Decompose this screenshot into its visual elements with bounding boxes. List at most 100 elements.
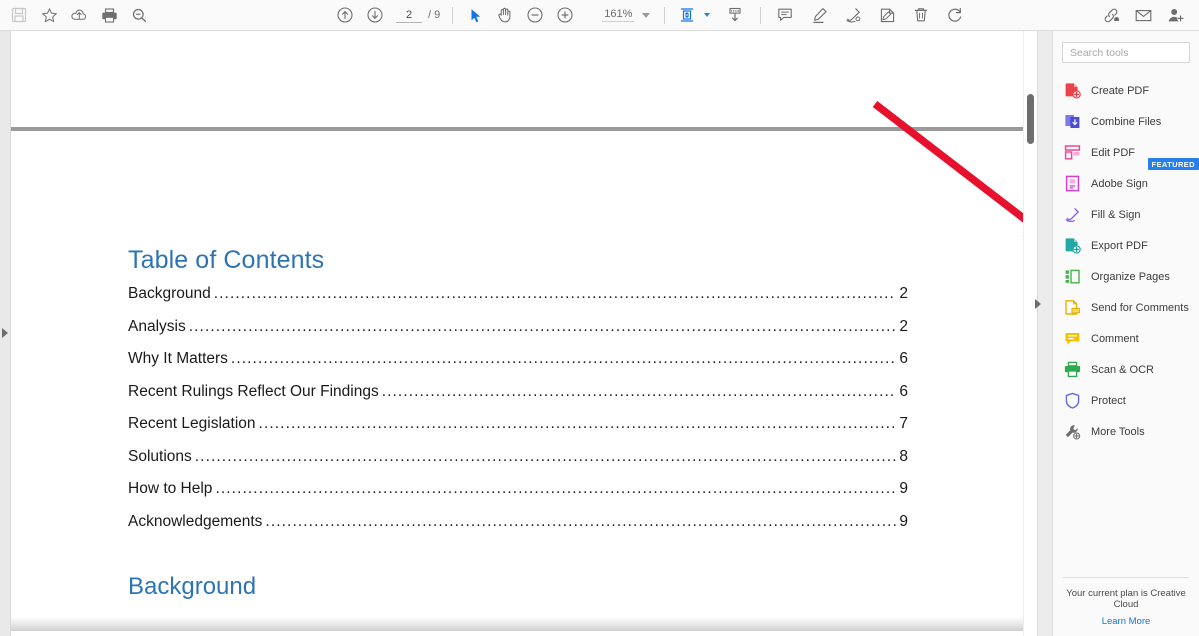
search-tools-input[interactable]	[1062, 42, 1190, 63]
toc-leader-dots	[382, 384, 897, 400]
toc-entry-page: 2	[899, 318, 908, 336]
next-page-icon[interactable]	[360, 1, 390, 29]
acrobat-window: / 9 161%	[0, 0, 1199, 636]
fit-page-icon[interactable]	[672, 1, 702, 29]
zoom-in-icon[interactable]	[550, 1, 580, 29]
toc-entry-label: How to Help	[128, 480, 212, 498]
tool-item-organize-pages[interactable]: Organize Pages	[1053, 261, 1199, 292]
scrollbar-thumb[interactable]	[1027, 94, 1034, 144]
toc-leader-dots	[259, 416, 897, 432]
zoom-level-group[interactable]: 161%	[602, 8, 650, 22]
toc-entry[interactable]: Why It Matters 6	[128, 350, 908, 368]
scroll-mode-icon[interactable]	[720, 1, 750, 29]
draw-signature-icon[interactable]	[836, 1, 870, 29]
fill-and-sign-icon	[1064, 206, 1081, 223]
toc-entry[interactable]: Recent Rulings Reflect Our Findings 6	[128, 383, 908, 401]
toc-entry[interactable]: Analysis 2	[128, 318, 908, 336]
tool-item-more-tools[interactable]: More Tools	[1053, 416, 1199, 447]
vertical-scrollbar[interactable]	[1023, 31, 1037, 636]
toc-leader-dots	[231, 351, 896, 367]
toc-entry[interactable]: Background 2	[128, 285, 908, 303]
save-file-icon[interactable]	[4, 1, 34, 29]
rotate-icon[interactable]	[938, 1, 972, 29]
fit-tools-group	[672, 1, 750, 29]
send-for-comments-icon	[1064, 299, 1081, 316]
organize-pages-icon	[1064, 268, 1081, 285]
fit-options-chevron-icon[interactable]	[704, 13, 710, 17]
tool-item-send-for-comments[interactable]: Send for Comments	[1053, 292, 1199, 323]
tool-label: More Tools	[1091, 426, 1145, 438]
chevron-down-icon[interactable]	[642, 13, 650, 18]
tool-item-protect[interactable]: Protect	[1053, 385, 1199, 416]
add-person-icon[interactable]	[1159, 1, 1191, 29]
tool-item-adobe-sign[interactable]: Adobe Sign FEATURED	[1053, 168, 1199, 199]
email-icon[interactable]	[1127, 1, 1159, 29]
collapse-right-panel-icon[interactable]	[1035, 299, 1041, 309]
tool-label: Export PDF	[1091, 240, 1148, 252]
toc-leader-dots	[215, 481, 896, 497]
section-heading-background: Background	[128, 573, 908, 601]
tool-label: Protect	[1091, 395, 1126, 407]
tool-label: Edit PDF	[1091, 147, 1135, 159]
stamp-icon[interactable]	[870, 1, 904, 29]
toc-entry[interactable]: How to Help 9	[128, 480, 908, 498]
page-bottom-edge	[11, 617, 1023, 631]
protect-shield-icon	[1064, 392, 1081, 409]
right-pane-divider[interactable]	[1037, 31, 1053, 636]
zoom-level-value[interactable]: 161%	[602, 8, 634, 22]
toc-entry-page: 6	[899, 350, 908, 368]
create-pdf-icon	[1064, 82, 1081, 99]
toc-entry-page: 7	[899, 415, 908, 433]
tool-item-export-pdf[interactable]: Export PDF	[1053, 230, 1199, 261]
toc-entry[interactable]: Recent Legislation 7	[128, 415, 908, 433]
hand-tool-icon[interactable]	[490, 1, 520, 29]
page-content: Table of Contents Background 2 Analysis …	[128, 246, 908, 601]
upload-cloud-icon[interactable]	[64, 1, 94, 29]
toc-entry-label: Acknowledgements	[128, 513, 262, 531]
toc-entry-page: 2	[899, 285, 908, 303]
trash-icon[interactable]	[904, 1, 938, 29]
expand-left-panel-icon[interactable]	[2, 328, 8, 338]
left-nav-strip	[0, 31, 11, 636]
panel-footer: Your current plan is Creative Cloud Lear…	[1053, 577, 1199, 629]
toc-leader-dots	[189, 319, 897, 335]
tool-label: Organize Pages	[1091, 271, 1170, 283]
tool-item-fill-and-sign[interactable]: Fill & Sign	[1053, 199, 1199, 230]
more-tools-icon	[1064, 423, 1081, 440]
tool-item-comment[interactable]: Comment	[1053, 323, 1199, 354]
toc-entry-label: Solutions	[128, 448, 192, 466]
select-cursor-icon[interactable]	[460, 1, 490, 29]
previous-page-icon[interactable]	[330, 1, 360, 29]
export-pdf-icon	[1064, 237, 1081, 254]
tool-item-scan-and-ocr[interactable]: Scan & OCR	[1053, 354, 1199, 385]
tool-label: Scan & OCR	[1091, 364, 1154, 376]
learn-more-link[interactable]: Learn More	[1102, 616, 1151, 627]
featured-badge: FEATURED	[1148, 158, 1199, 170]
toolbar-divider	[452, 7, 453, 24]
current-plan-text: Your current plan is Creative Cloud	[1053, 588, 1199, 610]
share-link-icon[interactable]	[1095, 1, 1127, 29]
document-viewport[interactable]: Table of Contents Background 2 Analysis …	[11, 31, 1023, 636]
toolbar-divider-3	[760, 7, 761, 24]
highlighter-icon[interactable]	[802, 1, 836, 29]
search-icon[interactable]	[124, 1, 154, 29]
view-tools-group	[460, 1, 580, 29]
toc-entry-label: Recent Rulings Reflect Our Findings	[128, 383, 379, 401]
page-number-input[interactable]	[396, 7, 422, 23]
tool-label: Send for Comments	[1091, 302, 1189, 314]
toolbar-divider-2	[664, 7, 665, 24]
toc-title: Table of Contents	[128, 246, 908, 275]
zoom-out-icon[interactable]	[520, 1, 550, 29]
print-icon[interactable]	[94, 1, 124, 29]
toc-entry[interactable]: Acknowledgements 9	[128, 513, 908, 531]
tool-item-create-pdf[interactable]: Create PDF	[1053, 75, 1199, 106]
toc-entry[interactable]: Solutions 8	[128, 448, 908, 466]
comment-bubble-icon[interactable]	[768, 1, 802, 29]
star-icon[interactable]	[34, 1, 64, 29]
tool-item-combine-files[interactable]: Combine Files	[1053, 106, 1199, 137]
tool-label: Create PDF	[1091, 85, 1149, 97]
toc-entry-page: 6	[899, 383, 908, 401]
adobe-sign-icon	[1064, 175, 1081, 192]
page-total-label: / 9	[428, 9, 440, 21]
main-toolbar: / 9 161%	[0, 0, 1199, 31]
